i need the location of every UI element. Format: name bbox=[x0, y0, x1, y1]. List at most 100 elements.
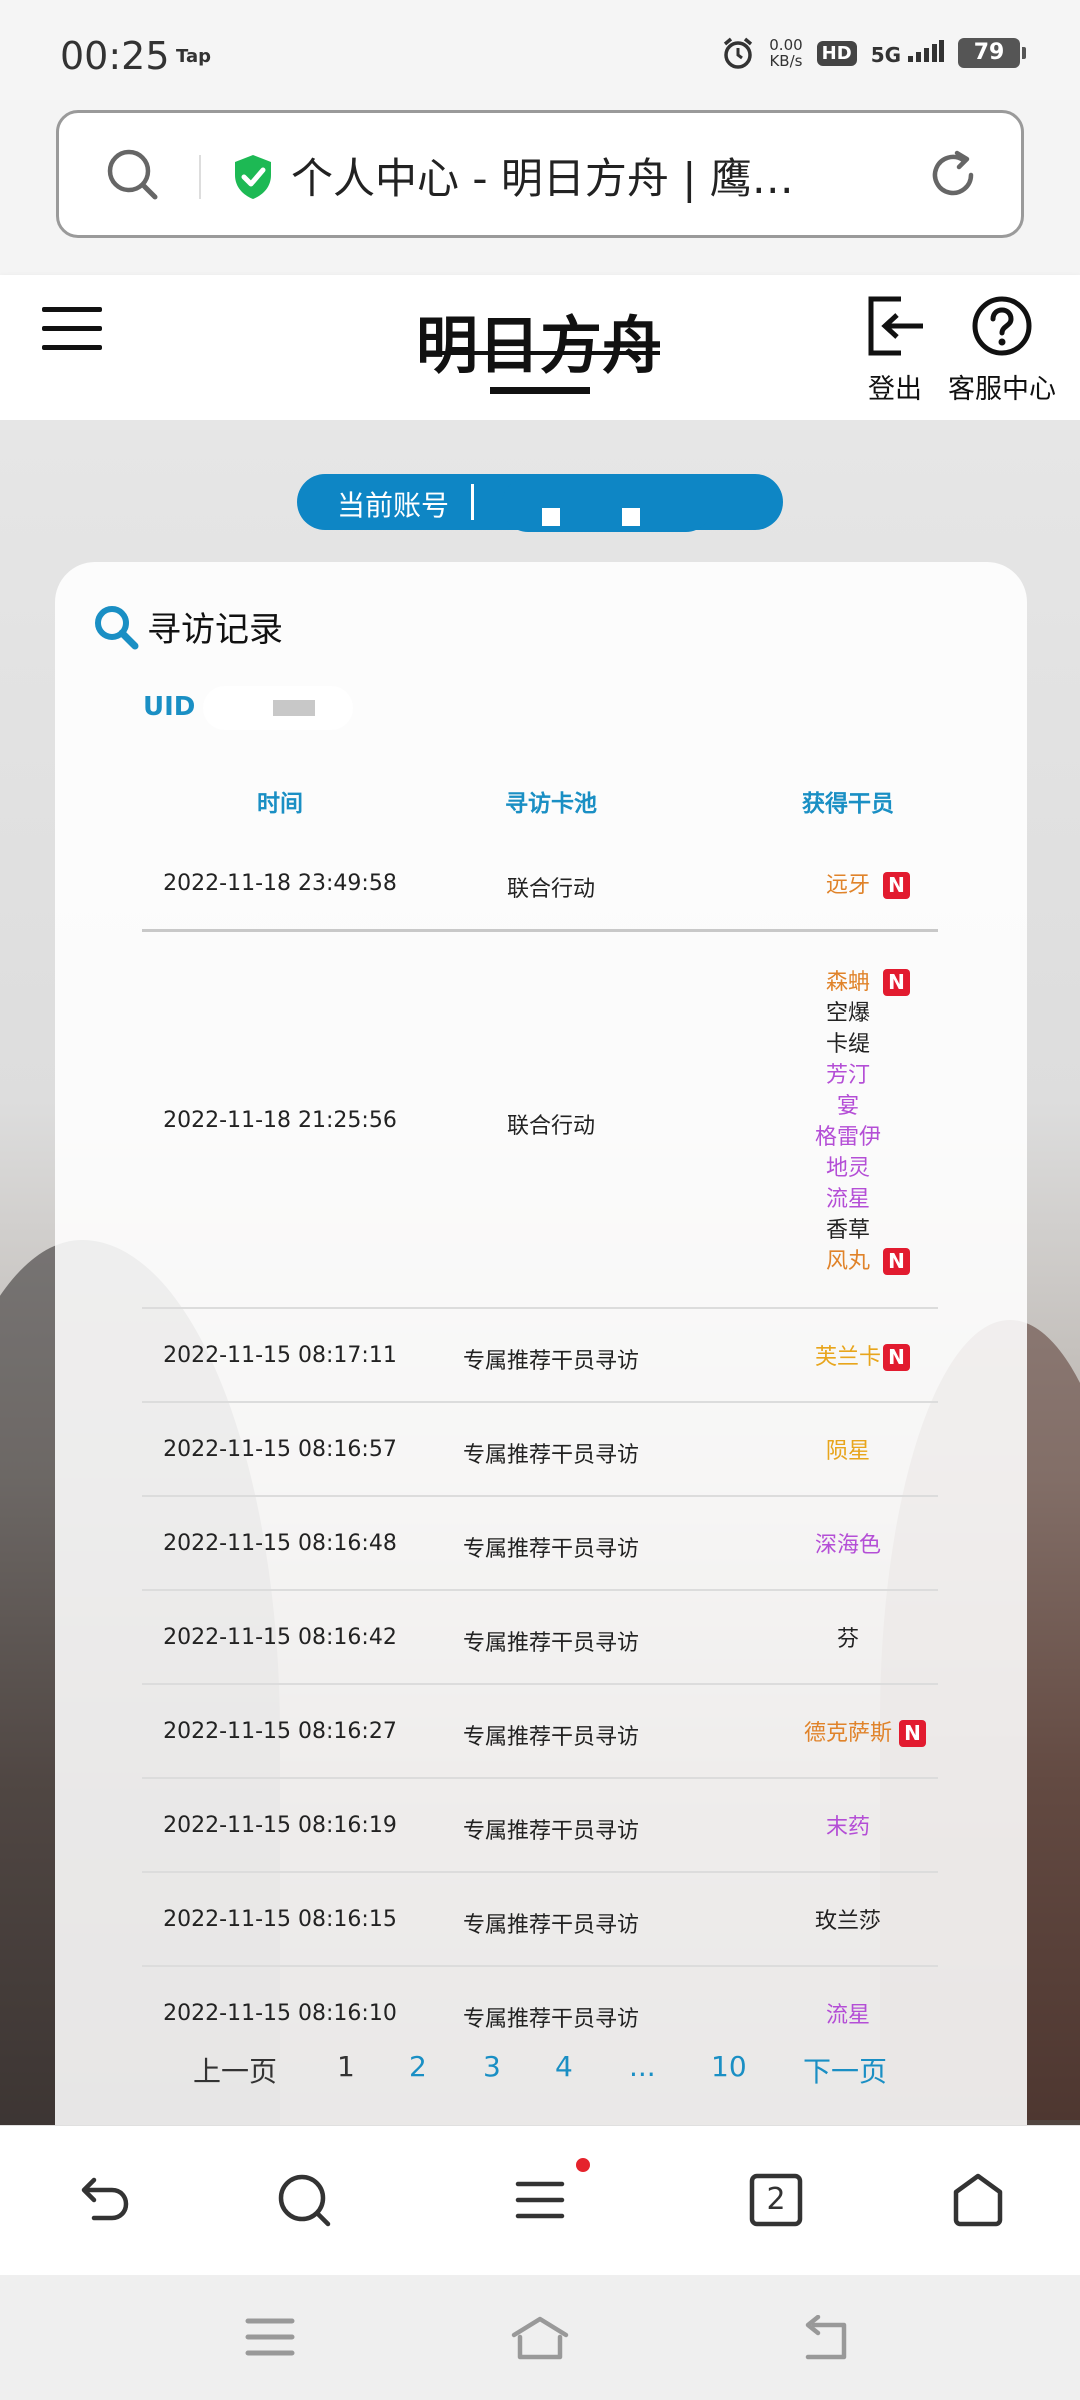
record-time: 2022-11-15 08:16:48 bbox=[163, 1531, 397, 1556]
record-operators: 流星 bbox=[743, 2000, 953, 2031]
account-redaction bbox=[502, 478, 712, 532]
column-header-operator: 获得干员 bbox=[802, 791, 894, 817]
new-badge: N bbox=[883, 1343, 910, 1371]
recent-apps-icon[interactable] bbox=[244, 2315, 296, 2359]
system-navigation bbox=[0, 2275, 1080, 2400]
record-time: 2022-11-15 08:16:42 bbox=[163, 1625, 397, 1650]
operator-name: 卡缇 bbox=[825, 1031, 870, 1057]
page-1[interactable]: 1 bbox=[337, 2050, 355, 2083]
new-badge: N bbox=[883, 968, 910, 996]
prev-page-button[interactable]: 上一页 bbox=[193, 2050, 277, 2090]
record-operators: 陨星 bbox=[743, 1436, 953, 1467]
record-time: 2022-11-15 08:16:10 bbox=[163, 2001, 397, 2026]
record-time: 2022-11-18 21:25:56 bbox=[163, 1107, 397, 1133]
logout-label: 登出 bbox=[868, 374, 922, 405]
record-pool: 专属推荐干员寻访 bbox=[462, 1631, 639, 1656]
record-time: 2022-11-15 08:16:57 bbox=[163, 1437, 397, 1462]
logout-icon bbox=[868, 296, 923, 356]
new-badge: N bbox=[899, 1719, 926, 1747]
card-header: 寻访记录 bbox=[93, 602, 283, 651]
logo-text: 明日方舟 bbox=[420, 309, 660, 382]
operator-name: 末药 bbox=[825, 1814, 870, 1840]
page-ellipsis: ... bbox=[629, 2050, 656, 2083]
operator-name: 德克萨斯 N bbox=[743, 1718, 953, 1749]
record-operators: 玫兰莎 bbox=[743, 1906, 953, 1937]
system-home-icon[interactable] bbox=[510, 2315, 570, 2363]
page-2[interactable]: 2 bbox=[409, 2050, 427, 2083]
menu-button[interactable] bbox=[42, 307, 102, 357]
operator-name: 森蚺 N bbox=[743, 967, 953, 998]
alarm-icon bbox=[724, 37, 753, 69]
status-time: 00:25 bbox=[60, 34, 170, 78]
record-operators: 末药 bbox=[743, 1812, 953, 1843]
page-title[interactable]: 个人中心 - 明日方舟 | 鹰… bbox=[291, 145, 891, 206]
menu-icon[interactable] bbox=[510, 2170, 570, 2230]
record-time: 2022-11-15 08:16:27 bbox=[163, 1719, 397, 1744]
record-pool: 专属推荐干员寻访 bbox=[462, 1819, 639, 1844]
current-account-label: 当前账号 bbox=[337, 489, 450, 522]
record-time: 2022-11-18 23:49:58 bbox=[163, 871, 397, 896]
account-divider bbox=[471, 484, 474, 520]
table-row: 2022-11-15 08:16:15 专属推荐干员寻访 玫兰莎 bbox=[142, 1875, 938, 1967]
record-pool: 联合行动 bbox=[506, 877, 595, 902]
record-pool: 专属推荐干员寻访 bbox=[462, 1537, 639, 1562]
search-icon bbox=[95, 605, 139, 649]
tab-count: 2 bbox=[766, 2182, 786, 2217]
table-row: 2022-11-15 08:16:42 专属推荐干员寻访 芬 bbox=[142, 1593, 938, 1685]
tabs-button[interactable]: 2 bbox=[746, 2170, 806, 2230]
status-app-indicator: Tap bbox=[176, 46, 211, 67]
operator-name: 格雷伊 bbox=[814, 1124, 881, 1150]
record-operators: 芬 bbox=[743, 1624, 953, 1655]
record-operators: 芙兰卡 N bbox=[743, 1342, 953, 1373]
operator-name: 深海色 bbox=[814, 1532, 881, 1558]
record-pool: 专属推荐干员寻访 bbox=[462, 1725, 639, 1750]
reload-icon[interactable] bbox=[925, 147, 981, 203]
net-speed: 0.00 KB/s bbox=[769, 36, 803, 70]
record-operators: 德克萨斯 N bbox=[743, 1718, 953, 1749]
uid-label: UID bbox=[143, 692, 196, 722]
uid-redaction bbox=[203, 686, 353, 730]
record-pool: 联合行动 bbox=[506, 1113, 595, 1139]
current-account: 当前账号 bbox=[297, 474, 783, 532]
operator-name: 芳汀 bbox=[825, 1062, 870, 1088]
gacha-record-card: 寻访记录 UID 时间 寻访卡池 获得干员 2022-11-18 23:49:5… bbox=[55, 562, 1027, 2125]
page-4[interactable]: 4 bbox=[555, 2050, 573, 2083]
table-row: 2022-11-15 08:17:11 专属推荐干员寻访 芙兰卡 N bbox=[142, 1311, 938, 1403]
page-3[interactable]: 3 bbox=[483, 2050, 501, 2083]
next-page-button[interactable]: 下一页 bbox=[803, 2050, 887, 2090]
column-header-pool: 寻访卡池 bbox=[505, 791, 597, 817]
new-badge: N bbox=[883, 1247, 910, 1275]
site-logo[interactable]: 明日方舟 bbox=[416, 289, 664, 409]
operator-name: 流星 bbox=[825, 2002, 870, 2028]
record-operators: 森蚺 N 空爆 卡缇 芳汀宴格雷伊 地灵 流星 香草 风丸 N bbox=[743, 967, 953, 1277]
operator-name: 芙兰卡 N bbox=[743, 1342, 953, 1373]
status-right: 0.00 KB/s HD 5G 79 bbox=[721, 36, 1026, 70]
address-bar[interactable]: 个人中心 - 明日方舟 | 鹰… bbox=[56, 110, 1024, 238]
record-time: 2022-11-15 08:17:11 bbox=[163, 1343, 397, 1368]
search-icon[interactable] bbox=[274, 2170, 334, 2230]
operator-name: 空爆 bbox=[825, 1000, 870, 1026]
record-operators: 远牙 N bbox=[743, 870, 953, 901]
signal-bars-icon bbox=[908, 39, 944, 62]
operator-name: 陨星 bbox=[825, 1438, 870, 1464]
home-icon[interactable] bbox=[948, 2170, 1008, 2230]
operator-name: 玫兰莎 bbox=[814, 1908, 881, 1934]
pagination: 上一页 1 2 3 4 ... 10 下一页 bbox=[55, 2042, 1027, 2092]
search-icon[interactable] bbox=[105, 147, 161, 203]
record-time: 2022-11-15 08:16:19 bbox=[163, 1813, 397, 1838]
operator-name: 宴 bbox=[836, 1093, 859, 1119]
signal-indicator: 5G bbox=[871, 39, 944, 67]
table-row: 2022-11-15 08:16:19 专属推荐干员寻访 末药 bbox=[142, 1781, 938, 1873]
logout-button[interactable]: 登出 bbox=[860, 295, 930, 406]
operator-name: 远牙 N bbox=[743, 870, 953, 901]
customer-service-button[interactable]: 客服中心 bbox=[944, 295, 1060, 406]
page-10[interactable]: 10 bbox=[711, 2050, 747, 2083]
address-divider bbox=[199, 155, 201, 199]
back-icon[interactable] bbox=[72, 2170, 132, 2230]
system-back-icon[interactable] bbox=[800, 2315, 852, 2363]
record-time: 2022-11-15 08:16:15 bbox=[163, 1907, 397, 1932]
record-pool: 专属推荐干员寻访 bbox=[462, 1443, 639, 1468]
notification-dot bbox=[576, 2158, 590, 2172]
operator-name: 风丸 N bbox=[743, 1246, 953, 1277]
operator-name: 地灵 bbox=[825, 1155, 870, 1181]
